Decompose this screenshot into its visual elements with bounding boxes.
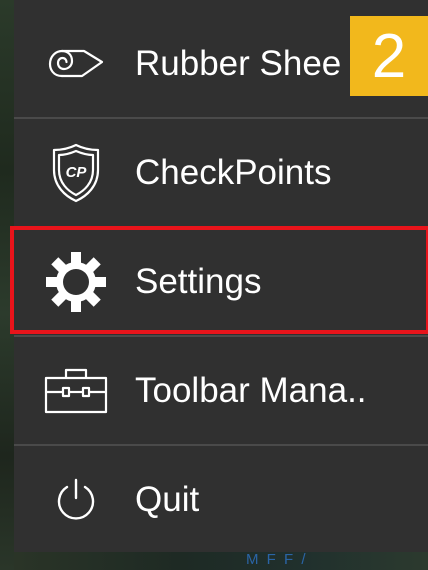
screenshot-frame: M F F / Rubber Shee CP CheckPoints Setti…	[0, 0, 428, 570]
power-icon	[38, 462, 114, 538]
svg-text:CP: CP	[66, 164, 88, 181]
menu-item-label: Toolbar Mana..	[135, 371, 367, 410]
menu-item-quit[interactable]: Quit	[14, 446, 428, 554]
toolbox-icon	[38, 353, 114, 429]
menu-item-settings[interactable]: Settings	[14, 228, 428, 336]
menu-item-label: Settings	[135, 262, 262, 301]
menu-item-label: CheckPoints	[135, 153, 332, 192]
rubber-sheet-icon	[38, 26, 114, 102]
gear-icon	[38, 244, 114, 320]
menu-item-toolbar-manager[interactable]: Toolbar Mana..	[14, 337, 428, 445]
checkpoints-shield-icon: CP	[38, 135, 114, 211]
menu-item-label: Rubber Shee	[135, 44, 342, 83]
map-background-strip	[0, 0, 14, 570]
step-number-badge: 2	[350, 16, 428, 96]
menu-item-label: Quit	[135, 480, 200, 519]
menu-item-checkpoints[interactable]: CP CheckPoints	[14, 119, 428, 227]
